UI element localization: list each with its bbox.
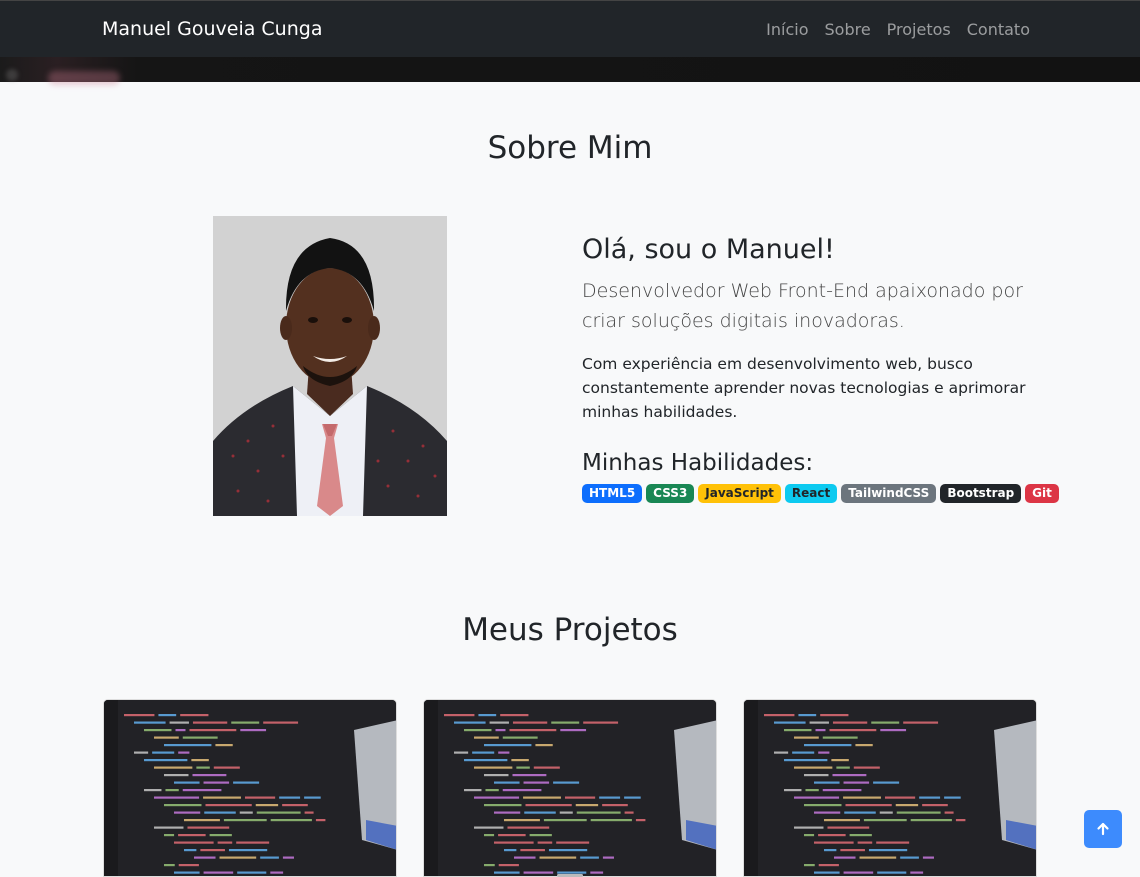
skill-badge-react: React [784,484,838,503]
project-card[interactable] [423,699,717,877]
project-card[interactable] [743,699,1037,877]
project-card-image [424,700,716,876]
project-card[interactable] [103,699,397,877]
description-paragraph: Com experiência em desenvolvimento web, … [582,355,1026,421]
skills-heading: Minhas Habilidades: [582,450,814,476]
navbar: Manuel Gouveia Cunga Início Sobre Projet… [0,0,1140,57]
hero-background-strip [0,57,1140,85]
nav-link-contato[interactable]: Contato [967,20,1030,39]
greeting-heading: Olá, sou o Manuel! [582,234,835,265]
skill-badge-html5: HTML5 [582,484,643,503]
skill-badge-css3: CSS3 [646,484,695,503]
lead-paragraph: Desenvolvedor Web Front-End apaixonado p… [582,280,1023,332]
projects-section-title: Meus Projetos [462,612,678,648]
about-text: Olá, sou o Manuel! Desenvolvedor Web Fro… [582,232,1059,503]
arrow-up-icon [1097,822,1109,836]
skills-badge-list: HTML5 CSS3 JavaScript React TailwindCSS … [582,484,1059,503]
back-to-top-button[interactable] [1084,810,1122,848]
about-section-title: Sobre Mim [487,130,653,166]
skill-badge-javascript: JavaScript [698,484,781,503]
skill-badge-bootstrap: Bootstrap [940,484,1022,503]
brand-link[interactable]: Manuel Gouveia Cunga [102,18,322,40]
skill-badge-git: Git [1025,484,1059,503]
nav-link-projetos[interactable]: Projetos [887,20,951,39]
profile-photo-illustration [213,216,447,516]
nav-links: Início Sobre Projetos Contato [766,20,1030,39]
hero-blur-shape [6,69,18,81]
hero-blur-shape [48,71,120,85]
skill-badge-tailwindcss: TailwindCSS [841,484,937,503]
nav-link-sobre[interactable]: Sobre [825,20,871,39]
profile-photo [213,216,447,516]
project-card-image [104,700,396,876]
project-card-image [744,700,1036,876]
nav-link-inicio[interactable]: Início [766,20,808,39]
